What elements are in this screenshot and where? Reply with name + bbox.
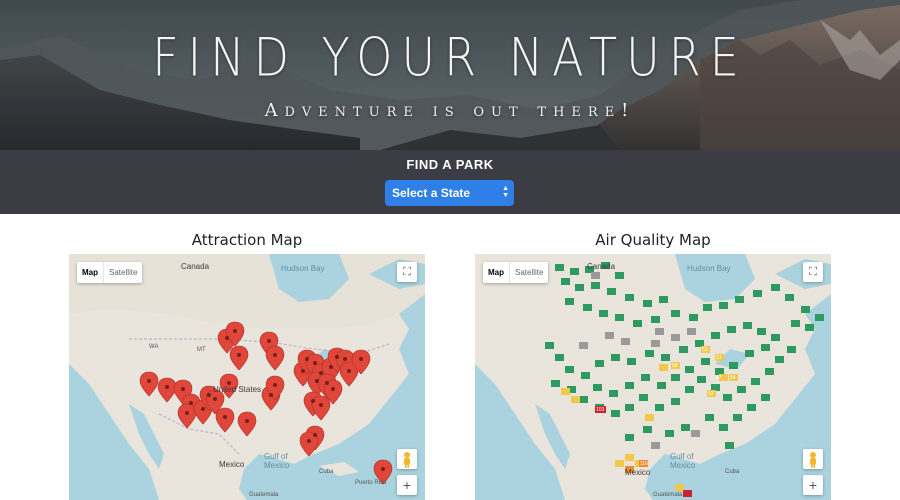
aqi-reading: 52: [708, 391, 714, 397]
map-type-satellite-button[interactable]: Satellite: [103, 262, 142, 283]
label-hudson-bay: Hudson Bay: [281, 264, 325, 273]
map-type-control[interactable]: Map Satellite: [77, 262, 143, 283]
fullscreen-icon[interactable]: ⛶: [397, 262, 417, 282]
label-guatemala: Guatemala: [653, 492, 683, 498]
map-type-map-button[interactable]: Map: [77, 262, 103, 283]
map-type-satellite-button[interactable]: Satellite: [509, 262, 548, 283]
zoom-in-icon[interactable]: +: [397, 475, 417, 495]
label-mexico: Mexico: [625, 468, 651, 477]
find-park-bar: FIND A PARK Select a State ▲ ▼: [0, 150, 900, 214]
label-cuba: Cuba: [319, 469, 334, 475]
find-park-label: FIND A PARK: [406, 157, 494, 172]
aqi-reading: 51: [716, 355, 722, 361]
fullscreen-icon[interactable]: ⛶: [803, 262, 823, 282]
air-quality-map[interactable]: 57 53 51 103 116 58 54 52 Canada Hudson …: [475, 254, 831, 500]
label-hudson-bay: Hudson Bay: [687, 264, 731, 273]
aqi-reading: 116: [640, 461, 648, 467]
aqi-reading: 58: [672, 363, 678, 369]
label-guatemala: Guatemala: [249, 492, 279, 498]
map-type-control[interactable]: Map Satellite: [483, 262, 549, 283]
select-arrows-icon: ▲ ▼: [502, 185, 509, 199]
aqi-reading: 103: [596, 407, 605, 413]
label-gulf-of-mexico: Gulf of Mexico: [670, 452, 696, 470]
aqi-reading: 54: [730, 375, 736, 381]
label-mt: MT: [197, 347, 206, 353]
label-gulf-of-mexico: Gulf of Mexico: [264, 452, 290, 470]
air-quality-map-title: Air Quality Map: [595, 231, 711, 249]
label-canada: Canada: [587, 262, 616, 271]
label-wa: WA: [149, 344, 159, 350]
pegman-icon[interactable]: [803, 449, 823, 469]
state-select[interactable]: Select a State ▲ ▼: [385, 180, 514, 206]
hero-subtitle: Adventure is out there!: [264, 100, 636, 121]
attraction-map[interactable]: Canada Hudson Bay MT WA United States Gu…: [69, 254, 425, 500]
label-mexico: Mexico: [219, 460, 245, 469]
attraction-map-canvas[interactable]: [69, 254, 425, 500]
hero-title: Find Your Nature: [152, 25, 748, 89]
attraction-map-title: Attraction Map: [191, 231, 303, 249]
zoom-in-icon[interactable]: +: [803, 475, 823, 495]
label-cuba: Cuba: [725, 469, 740, 475]
state-select-value: Select a State: [392, 186, 471, 200]
aqi-reading: 57: [716, 375, 722, 381]
hero-banner: Find Your Nature Adventure is out there!: [0, 0, 900, 150]
map-type-map-button[interactable]: Map: [483, 262, 509, 283]
label-united-states: United States: [213, 385, 262, 394]
label-canada: Canada: [181, 262, 210, 271]
label-puerto-rico: Puerto Rico: [355, 480, 387, 486]
air-quality-map-canvas[interactable]: 57 53 51 103 116 58 54 52: [475, 254, 831, 500]
pegman-icon[interactable]: [397, 449, 417, 469]
aqi-reading: 53: [702, 347, 708, 353]
